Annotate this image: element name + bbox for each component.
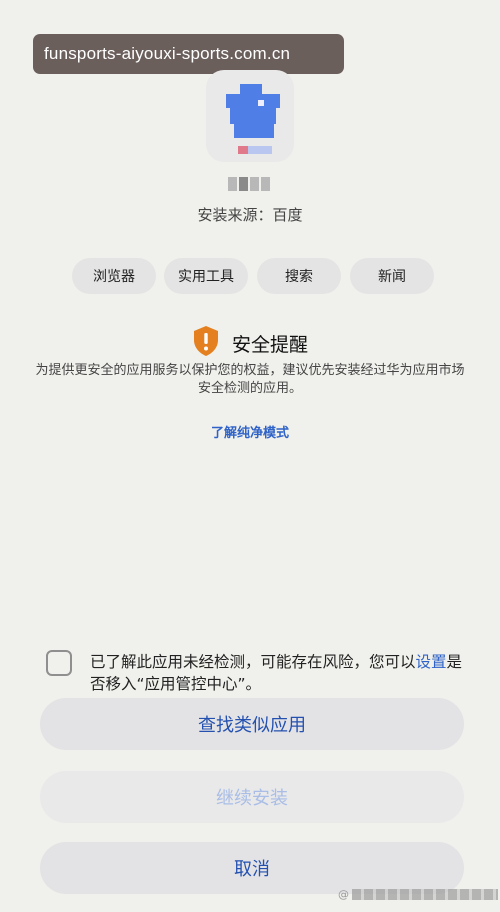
shield-alert-icon [192, 325, 220, 361]
find-similar-app-button[interactable]: 查找类似应用 [40, 698, 464, 750]
app-name-obscured [228, 174, 272, 194]
security-warning-text: 为提供更安全的应用服务以保护您的权益，建议优先安装经过华为应用市场安全检测的应用… [35, 363, 465, 396]
app-icon [206, 70, 294, 162]
app-logo [226, 84, 280, 144]
tag-search: 搜索 [257, 258, 341, 294]
security-warning-header: 安全提醒 [0, 325, 500, 361]
url-banner: funsports-aiyouxi-sports.com.cn [33, 34, 344, 74]
app-icon-strip [238, 146, 272, 154]
risk-consent-checkbox[interactable] [46, 650, 72, 676]
watermark-obscured-text [352, 888, 498, 900]
tag-browser: 浏览器 [72, 258, 156, 294]
learn-pure-mode-link[interactable]: 了解纯净模式 [0, 422, 500, 441]
security-warning-title: 安全提醒 [231, 333, 308, 356]
tag-news: 新闻 [350, 258, 434, 294]
settings-link[interactable]: 设置 [416, 653, 447, 671]
install-source: 安装来源：百度 [197, 206, 303, 224]
continue-install-button[interactable]: 继续安装 [40, 771, 464, 823]
watermark: @ [338, 884, 498, 904]
tag-utility: 实用工具 [164, 258, 248, 294]
risk-consent-text: 已了解此应用未经检测，可能存在风险，您可以设置是否移入“应用管控中心”。 [90, 653, 463, 693]
watermark-prefix: @ [338, 887, 349, 901]
